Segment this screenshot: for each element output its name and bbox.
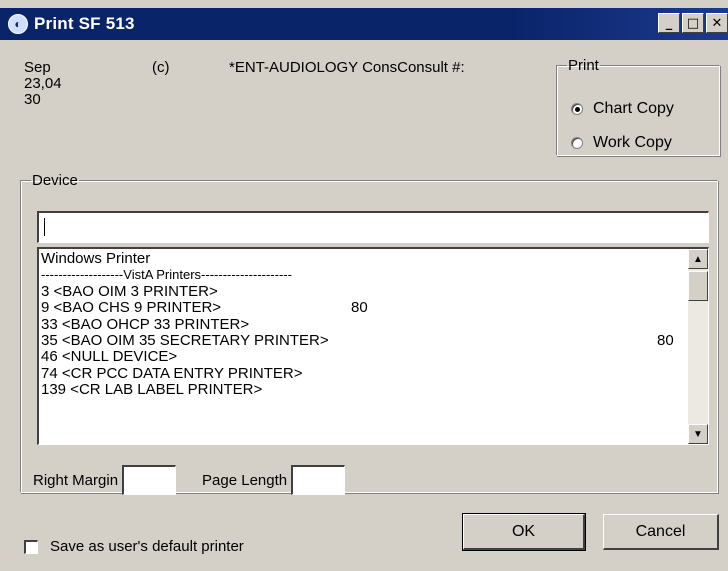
arrow-up-icon: ▲ bbox=[693, 253, 703, 265]
list-item-text: 3 <BAO OIM 3 PRINTER> bbox=[41, 282, 218, 300]
list-item-text: Windows Printer bbox=[41, 250, 151, 267]
window-controls: _ □ ✕ bbox=[658, 13, 728, 33]
list-item-text: 33 <BAO OHCP 33 PRINTER> bbox=[41, 315, 250, 333]
device-list-scrollbar[interactable]: ▲ ▼ bbox=[688, 249, 708, 444]
print-group-legend: Print bbox=[568, 57, 599, 74]
list-item-text: -------------------VistA Printers-------… bbox=[41, 267, 292, 283]
default-printer-label: Save as user's default printer bbox=[50, 538, 244, 555]
title-bar: ◐ Print SF 513 _ □ ✕ bbox=[0, 8, 728, 40]
list-item[interactable]: 74 <CR PCC DATA ENTRY PRINTER> bbox=[41, 364, 677, 382]
list-item-text: 139 <CR LAB LABEL PRINTER> bbox=[41, 381, 263, 399]
consult-code: (c) bbox=[152, 59, 170, 76]
default-printer-checkbox[interactable] bbox=[24, 539, 38, 554]
work-copy-label: Work Copy bbox=[593, 134, 672, 151]
right-margin-input[interactable] bbox=[122, 465, 177, 495]
window-title: Print SF 513 bbox=[34, 14, 135, 33]
device-group-legend: Device bbox=[32, 172, 78, 189]
consult-info: Sep 23,04 30 (c) *ENT-AUDIOLOGY ConsCons… bbox=[24, 60, 465, 108]
list-item[interactable]: 35 <BAO OIM 35 SECRETARY PRINTER> 80 bbox=[41, 331, 677, 349]
chart-copy-label: Chart Copy bbox=[593, 100, 674, 117]
scroll-down-button[interactable]: ▼ bbox=[688, 424, 708, 444]
arrow-down-icon: ▼ bbox=[693, 428, 703, 440]
page-length-label: Page Length bbox=[202, 471, 288, 489]
list-item[interactable]: 9 <BAO CHS 9 PRINTER> 80 bbox=[41, 300, 677, 316]
list-item[interactable]: 46 <NULL DEVICE> bbox=[41, 349, 677, 365]
default-printer-option[interactable]: Save as user's default printer bbox=[24, 538, 244, 555]
consult-title: *ENT-AUDIOLOGY ConsConsult #: bbox=[229, 59, 465, 76]
list-item-width: 80 bbox=[351, 299, 368, 317]
list-item-text: 9 <BAO CHS 9 PRINTER> bbox=[41, 299, 222, 317]
list-item-text: 46 <NULL DEVICE> bbox=[41, 348, 178, 366]
list-item-text: 74 <CR PCC DATA ENTRY PRINTER> bbox=[41, 364, 303, 382]
consult-date-line2: 30 bbox=[24, 91, 41, 108]
list-item-separator: -------------------VistA Printers-------… bbox=[41, 267, 677, 283]
consult-date-line1: Sep 23,04 bbox=[24, 59, 62, 92]
ok-button[interactable]: OK bbox=[462, 513, 586, 551]
consult-date: Sep 23,04 30 bbox=[24, 60, 84, 108]
work-copy-radio[interactable] bbox=[571, 137, 583, 149]
text-caret bbox=[44, 218, 45, 236]
device-list[interactable]: Windows Printer -------------------VistA… bbox=[37, 247, 709, 445]
list-item[interactable]: Windows Printer bbox=[41, 251, 677, 267]
scroll-up-button[interactable]: ▲ bbox=[688, 249, 708, 269]
list-item[interactable]: 33 <BAO OHCP 33 PRINTER> bbox=[41, 315, 677, 333]
margin-row: Right Margin Page Length bbox=[33, 465, 346, 495]
cancel-button[interactable]: Cancel bbox=[603, 514, 719, 550]
print-group: Print Chart Copy Work Copy bbox=[556, 57, 720, 156]
chart-copy-radio[interactable] bbox=[571, 103, 583, 115]
device-list-items: Windows Printer -------------------VistA… bbox=[41, 251, 677, 399]
list-item-text: 35 <BAO OIM 35 SECRETARY PRINTER> bbox=[41, 331, 329, 349]
device-input[interactable] bbox=[37, 211, 709, 243]
device-group: Device Windows Printer -----------------… bbox=[20, 172, 718, 495]
maximize-button[interactable]: □ bbox=[682, 13, 704, 33]
list-item-width: 80 bbox=[657, 331, 674, 349]
chart-copy-option[interactable]: Chart Copy bbox=[571, 100, 674, 118]
list-item[interactable]: 3 <BAO OIM 3 PRINTER> bbox=[41, 282, 677, 300]
scroll-thumb[interactable] bbox=[688, 271, 708, 301]
list-item[interactable]: 139 <CR LAB LABEL PRINTER> bbox=[41, 382, 677, 398]
minimize-button[interactable]: _ bbox=[658, 13, 680, 33]
work-copy-option[interactable]: Work Copy bbox=[571, 134, 672, 152]
page-length-input[interactable] bbox=[291, 465, 346, 495]
app-icon: ◐ bbox=[8, 14, 28, 34]
right-margin-label: Right Margin bbox=[33, 471, 119, 489]
close-button[interactable]: ✕ bbox=[706, 13, 728, 33]
